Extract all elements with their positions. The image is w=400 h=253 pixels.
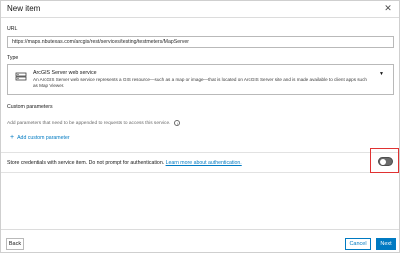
dialog-title: New item [7,4,41,13]
dialog-footer: Back Cancel Next [1,229,399,253]
add-custom-parameter-label: Add custom parameter [17,135,70,141]
credentials-text: Store credentials with service item. Do … [7,160,242,166]
new-item-dialog: New item ✕ URL https://maps.nbutexas.com… [0,0,400,253]
credentials-label: Store credentials with service item. Do … [7,160,165,166]
type-selected-name: ArcGIS Server web service [33,70,97,76]
dialog-header: New item ✕ [1,1,399,18]
custom-parameters-description-text: Add parameters that need to be appended … [7,120,171,126]
cancel-button[interactable]: Cancel [345,238,371,250]
plus-icon: + [10,134,15,141]
store-credentials-toggle[interactable] [378,157,393,166]
next-button[interactable]: Next [376,238,396,250]
custom-parameters-description: Add parameters that need to be appended … [7,120,181,126]
info-icon[interactable]: i [174,120,181,126]
type-label: Type [7,55,19,61]
caret-down-icon: ▼ [379,71,384,77]
add-custom-parameter-button[interactable]: + Add custom parameter [10,134,70,141]
learn-more-authentication-link[interactable]: Learn more about authentication. [166,160,242,166]
custom-parameters-title: Custom parameters [7,104,53,110]
type-selected-description: An ArcGIS Server web service represents … [33,77,367,89]
server-icon [15,72,27,81]
back-button[interactable]: Back [6,238,24,250]
url-label: URL [7,26,18,32]
credentials-row: Store credentials with service item. Do … [1,152,399,173]
type-select[interactable]: ArcGIS Server web service An ArcGIS Serv… [7,64,394,95]
close-icon[interactable]: ✕ [383,3,393,13]
url-input[interactable]: https://maps.nbutexas.com/arcgis/rest/se… [7,36,394,48]
toggle-knob [380,159,386,165]
